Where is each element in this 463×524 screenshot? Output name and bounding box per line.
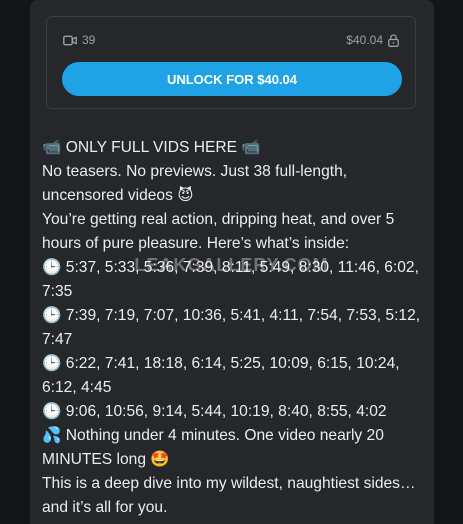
emoji-icon: 🕒 xyxy=(42,259,62,276)
post-line: 6:12, 4:45 xyxy=(42,376,426,400)
post-line: 💦 Nothing under 4 minutes. One video nea… xyxy=(42,424,426,448)
unlock-button[interactable]: UNLOCK FOR $40.04 xyxy=(62,62,402,96)
post-line: and it’s all for you. xyxy=(42,496,426,520)
post-line: 🕒 7:39, 7:19, 7:07, 10:36, 5:41, 4:11, 7… xyxy=(42,304,426,328)
video-camera-icon xyxy=(63,35,77,46)
post-line: 7:35 xyxy=(42,280,426,304)
emoji-icon: 💦 xyxy=(42,427,62,444)
video-count: 39 xyxy=(63,33,95,47)
post-line-text: ONLY FULL VIDS HERE xyxy=(65,139,238,156)
post-line-text: 6:22, 7:41, 18:18, 6:14, 5:25, 10:09, 6:… xyxy=(65,355,400,372)
post-line: MINUTES long 🤩 xyxy=(42,448,426,472)
locked-media-card: 39 $40.04 UNLOCK FOR $40.04 xyxy=(46,16,416,109)
post-line-text: 7:47 xyxy=(42,331,73,348)
post-line-text: and it’s all for you. xyxy=(42,499,168,516)
post-line-text: hours of pure pleasure. Here’s what’s in… xyxy=(42,235,350,252)
price-value: $40.04 xyxy=(346,33,383,47)
post-line-text: You’re getting real action, dripping hea… xyxy=(42,211,395,228)
post-line: hours of pure pleasure. Here’s what’s in… xyxy=(42,232,426,256)
post-line: This is a deep dive into my wildest, nau… xyxy=(42,472,426,496)
post-line-text: 6:12, 4:45 xyxy=(42,379,112,396)
post-line: 7:47 xyxy=(42,328,426,352)
emoji-icon: 🤩 xyxy=(150,451,170,468)
post-line: 🕒 6:22, 7:41, 18:18, 6:14, 5:25, 10:09, … xyxy=(42,352,426,376)
post-line: 🕒 9:06, 10:56, 9:14, 5:44, 10:19, 8:40, … xyxy=(42,400,426,424)
post-line: You’re getting real action, dripping hea… xyxy=(42,208,426,232)
emoji-icon: 🕒 xyxy=(42,307,62,324)
post-line-text: No teasers. No previews. Just 38 full-le… xyxy=(42,163,348,180)
emoji-icon: 📹 xyxy=(42,139,62,156)
emoji-icon: 📹 xyxy=(241,139,261,156)
post-line-text: 7:35 xyxy=(42,283,73,300)
emoji-icon: 🕒 xyxy=(42,355,62,372)
emoji-icon: 🕒 xyxy=(42,403,62,420)
post-line-text: MINUTES long xyxy=(42,451,146,468)
post-line: No teasers. No previews. Just 38 full-le… xyxy=(42,160,426,184)
post-line: uncensored videos 😈 xyxy=(42,184,426,208)
price-info: $40.04 xyxy=(346,33,399,47)
post-line-text: 5:37, 5:33, 5:36, 7:39, 8:11, 5:49, 8:30… xyxy=(65,259,419,276)
post-line: 🕒 5:37, 5:33, 5:36, 7:39, 8:11, 5:49, 8:… xyxy=(42,256,426,280)
emoji-icon: 😈 xyxy=(177,187,194,204)
video-count-value: 39 xyxy=(82,33,96,47)
post-line-text: uncensored videos xyxy=(42,187,173,204)
post-text: 📹 ONLY FULL VIDS HERE 📹 No teasers. No pr… xyxy=(42,136,426,520)
lock-icon xyxy=(388,33,399,47)
post-line-text: 7:39, 7:19, 7:07, 10:36, 5:41, 4:11, 7:5… xyxy=(65,307,421,324)
post-panel: 39 $40.04 UNLOCK FOR $40.04 📹 ONLY FULL … xyxy=(30,0,434,524)
post-line-text: Nothing under 4 minutes. One video nearl… xyxy=(65,427,384,444)
post-line: 📹 ONLY FULL VIDS HERE 📹 xyxy=(42,136,426,160)
post-line-text: 9:06, 10:56, 9:14, 5:44, 10:19, 8:40, 8:… xyxy=(65,403,387,420)
post-line-text: This is a deep dive into my wildest, nau… xyxy=(42,475,416,492)
media-meta: 39 $40.04 xyxy=(63,32,399,48)
